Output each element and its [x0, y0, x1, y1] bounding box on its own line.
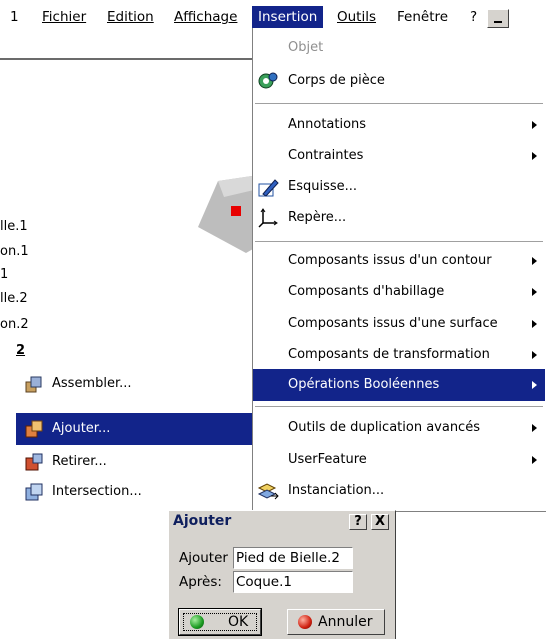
gear-body-icon — [258, 72, 278, 89]
field-label-ajouter: Ajouter — [179, 550, 228, 566]
menu-bar: 1 Fichier Edition Affichage Insertion Ou… — [0, 0, 546, 30]
dialog-title: Ajouter — [173, 513, 232, 529]
tree-item[interactable]: 1 — [0, 266, 8, 284]
submenu-item-label: Ajouter... — [52, 421, 111, 436]
submenu-item-assembler[interactable]: Assembler... — [16, 368, 252, 400]
menu-item-label: UserFeature — [288, 452, 367, 467]
submenu-arrow-icon — [532, 152, 537, 160]
submenu-item-label: Retirer... — [52, 454, 107, 469]
cancel-icon — [298, 615, 312, 629]
menu-item-label: Composants de transformation — [288, 347, 490, 362]
menu-item-userfeature[interactable]: UserFeature — [253, 445, 545, 475]
menu-item-label: Esquisse... — [288, 179, 358, 194]
intersect-icon — [25, 483, 43, 501]
menu-separator — [255, 103, 543, 105]
insertion-menu: Objet Corps de pièce Annotations Contrai… — [252, 28, 546, 512]
tree-item[interactable]: on.1 — [0, 243, 29, 261]
submenu-arrow-icon — [532, 121, 537, 129]
menu-insertion[interactable]: Insertion — [252, 6, 324, 28]
menu-help[interactable]: ? — [470, 6, 477, 28]
menu-separator — [255, 406, 543, 408]
menu-affichage[interactable]: Affichage — [174, 6, 237, 28]
menu-item-composants-contour[interactable]: Composants issus d'un contour — [253, 246, 545, 276]
3d-part-shape — [198, 175, 260, 253]
submenu-arrow-icon — [532, 424, 537, 432]
add-icon — [25, 420, 43, 438]
cancel-label: Annuler — [318, 614, 373, 630]
submenu-arrow-icon — [532, 381, 537, 389]
menu-item-repere[interactable]: Repère... — [253, 203, 545, 233]
menu-item-annotations[interactable]: Annotations — [253, 110, 545, 140]
boolean-submenu: Assembler... Ajouter... Retirer... Inter… — [16, 368, 252, 508]
menu-item-objet[interactable]: Objet — [253, 33, 545, 63]
minimize-icon — [494, 21, 502, 23]
submenu-item-retirer[interactable]: Retirer... — [16, 446, 252, 478]
menu-fenetre[interactable]: Fenêtre — [397, 6, 448, 28]
menu-window-number[interactable]: 1 — [10, 6, 19, 28]
submenu-item-ajouter[interactable]: Ajouter... — [16, 413, 252, 445]
ok-icon — [190, 615, 204, 629]
menu-item-outils-duplication[interactable]: Outils de duplication avancés — [253, 413, 545, 443]
tree-item[interactable]: 2 — [16, 342, 25, 360]
toolbar-divider — [0, 58, 252, 60]
menu-item-composants-surface[interactable]: Composants issus d'une surface — [253, 309, 545, 339]
dialog-titlebar[interactable]: Ajouter ? X — [169, 511, 395, 533]
minimize-button[interactable] — [487, 9, 509, 28]
tree-item[interactable]: lle.1 — [0, 218, 28, 236]
help-button[interactable]: ? — [349, 514, 367, 530]
submenu-arrow-icon — [532, 320, 537, 328]
ok-button[interactable]: OK — [178, 608, 262, 636]
instantiate-icon — [257, 483, 279, 500]
menu-item-composants-transformation[interactable]: Composants de transformation — [253, 340, 545, 370]
menu-outils[interactable]: Outils — [337, 6, 376, 28]
menu-item-label: Objet — [288, 40, 324, 55]
ok-label: OK — [228, 614, 249, 630]
ajouter-field[interactable]: Pied de Bielle.2 — [233, 547, 353, 569]
close-button[interactable]: X — [371, 514, 389, 530]
menu-item-label: Annotations — [288, 117, 367, 132]
axis-icon — [258, 208, 278, 228]
field-label-apres: Après: — [179, 574, 222, 590]
menu-separator — [255, 241, 543, 243]
menu-item-label: Opérations Booléennes — [288, 377, 440, 392]
menu-item-label: Composants issus d'une surface — [288, 316, 498, 331]
sketch-icon — [258, 179, 279, 197]
tree-item[interactable]: lle.2 — [0, 290, 28, 308]
menu-item-label: Composants issus d'un contour — [288, 253, 492, 268]
apres-field[interactable]: Coque.1 — [233, 571, 353, 593]
submenu-item-intersection[interactable]: Intersection... — [16, 476, 252, 508]
menu-item-corps-de-piece[interactable]: Corps de pièce — [253, 66, 545, 96]
menu-item-label: Composants d'habillage — [288, 284, 445, 299]
tree-item[interactable]: on.2 — [0, 316, 29, 334]
menu-fichier[interactable]: Fichier — [42, 6, 86, 28]
menu-item-esquisse[interactable]: Esquisse... — [253, 172, 545, 202]
submenu-arrow-icon — [532, 456, 537, 464]
menu-item-label: Contraintes — [288, 148, 364, 163]
menu-item-contraintes[interactable]: Contraintes — [253, 141, 545, 171]
menu-item-instanciation[interactable]: Instanciation... — [253, 476, 545, 506]
menu-item-label: Outils de duplication avancés — [288, 420, 480, 435]
assemble-icon — [25, 376, 42, 393]
cancel-button[interactable]: Annuler — [287, 609, 385, 635]
menu-item-label: Corps de pièce — [288, 73, 385, 88]
submenu-arrow-icon — [532, 257, 537, 265]
ajouter-dialog: Ajouter ? X Ajouter Pied de Bielle.2 Apr… — [168, 510, 396, 639]
submenu-item-label: Assembler... — [52, 376, 132, 391]
menu-item-composants-habillage[interactable]: Composants d'habillage — [253, 277, 545, 307]
menu-item-operations-booleennes[interactable]: Opérations Booléennes — [253, 369, 545, 401]
submenu-arrow-icon — [532, 351, 537, 359]
menu-item-label: Instanciation... — [288, 483, 385, 498]
submenu-item-label: Intersection... — [52, 484, 142, 499]
menu-edition[interactable]: Edition — [107, 6, 154, 28]
submenu-arrow-icon — [532, 288, 537, 296]
menu-item-label: Repère... — [288, 210, 347, 225]
remove-icon — [25, 453, 43, 471]
